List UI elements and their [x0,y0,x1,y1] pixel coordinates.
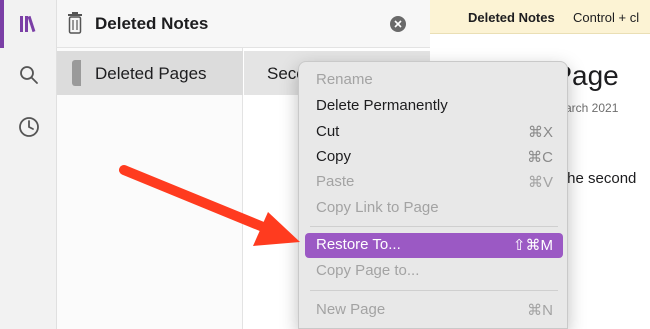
menu-item-label: New Page [316,301,386,318]
menu-item-paste[interactable]: Paste ⌘V [305,170,563,195]
menu-item-restore-to[interactable]: Restore To... ⇧⌘M [305,233,563,258]
menu-item-label: Cut [316,123,340,140]
trash-icon [67,12,83,39]
section-item-label: Deleted Pages [95,64,207,83]
section-tab-icon [72,60,81,86]
menu-item-shortcut: ⌘N [527,302,553,319]
menu-item-label: Copy Link to Page [316,199,439,216]
page-title: Deleted Notes [95,14,209,33]
section-list: Deleted Pages [57,48,243,329]
navigation-rail [0,0,57,329]
menu-item-label: Delete Permanently [316,97,448,114]
menu-item-shortcut: ⌘C [527,149,553,166]
menu-item-delete-permanently[interactable]: Delete Permanently [305,94,563,119]
active-indicator [0,0,4,48]
menu-item-shortcut: ⇧⌘M [512,237,553,254]
menu-separator [310,226,558,227]
banner-text: Control + cl [573,10,640,25]
menu-item-copy-page-to[interactable]: Copy Page to... [305,259,563,284]
menu-item-copy-link[interactable]: Copy Link to Page [305,196,563,221]
note-body-text: the second [563,170,637,187]
search-icon[interactable] [14,60,44,90]
menu-item-shortcut: ⌘X [527,124,553,141]
info-banner: Deleted Notes Control + cl [430,0,650,34]
menu-item-label: Copy [316,148,352,165]
library-icon[interactable] [14,9,44,39]
banner-title: Deleted Notes [468,10,555,25]
clock-icon[interactable] [14,112,44,142]
menu-item-label: Paste [316,173,355,190]
menu-item-copy[interactable]: Copy ⌘C [305,145,563,170]
menu-item-shortcut: ⌘V [527,174,553,191]
menu-item-label: Restore To... [316,236,401,253]
menu-item-label: Copy Page to... [316,262,420,279]
menu-item-cut[interactable]: Cut ⌘X [305,120,563,145]
close-icon[interactable] [390,16,406,32]
context-menu: Rename Delete Permanently Cut ⌘X Copy ⌘C… [298,61,568,329]
notebook-header: Deleted Notes [57,0,430,48]
menu-separator [310,290,558,291]
section-item-deleted-pages[interactable]: Deleted Pages [57,51,243,95]
menu-item-label: Rename [316,71,373,88]
menu-item-rename[interactable]: Rename [305,68,563,93]
menu-item-new-page[interactable]: New Page ⌘N [305,298,563,323]
